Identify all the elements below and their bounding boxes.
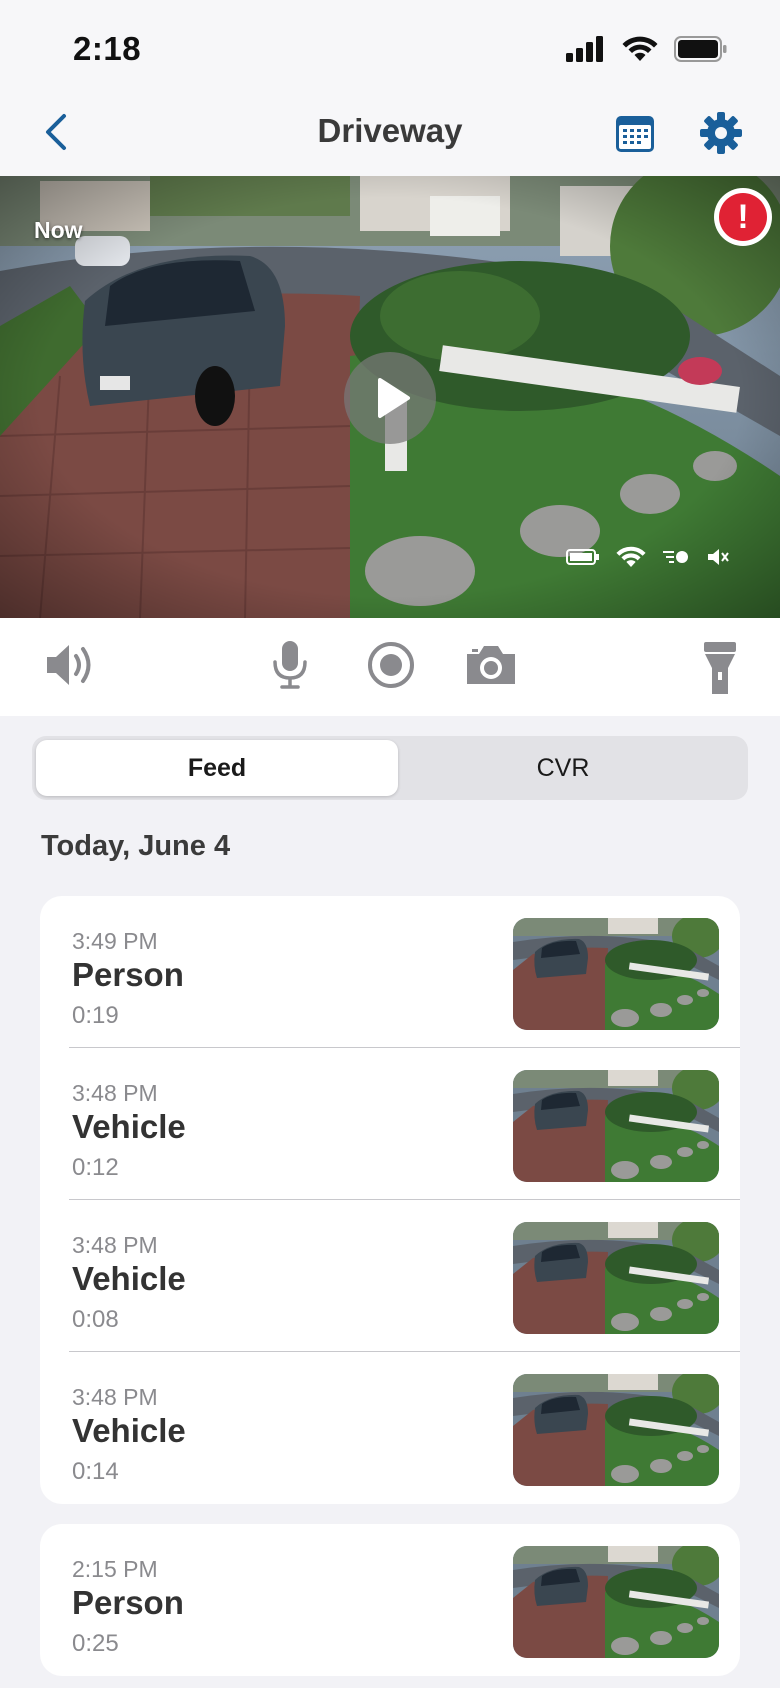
live-indicator-label: Now xyxy=(34,217,83,243)
event-type: Person xyxy=(72,1584,184,1621)
date-section-header: Today, June 4 xyxy=(0,800,780,876)
thumbnail-image xyxy=(513,1546,719,1658)
event-row[interactable]: 3:48 PM Vehicle 0:08 xyxy=(40,1200,740,1352)
tab-cvr[interactable]: CVR xyxy=(382,740,744,796)
camera-live-view[interactable]: Now ! xyxy=(0,176,780,618)
speaker-icon[interactable] xyxy=(44,640,100,690)
battery-icon xyxy=(674,36,727,62)
event-row[interactable]: 2:15 PM Person 0:25 xyxy=(40,1524,740,1676)
play-icon xyxy=(378,378,410,418)
event-time: 2:15 PM xyxy=(72,1556,158,1582)
camera-battery-icon xyxy=(566,549,599,565)
motion-detection-icon xyxy=(663,551,688,563)
gear-icon[interactable] xyxy=(699,111,743,155)
event-row[interactable]: 3:48 PM Vehicle 0:14 xyxy=(40,1352,740,1504)
status-time: 2:18 xyxy=(73,30,142,67)
microphone-icon[interactable] xyxy=(272,640,308,690)
event-duration: 0:12 xyxy=(72,1154,119,1181)
camera-icon[interactable] xyxy=(464,640,518,690)
status-bar: 2:18 xyxy=(0,0,780,90)
event-time: 3:48 PM xyxy=(72,1080,158,1106)
event-thumbnail[interactable] xyxy=(513,1070,719,1182)
event-thumbnail[interactable] xyxy=(513,1546,719,1658)
muted-speaker-icon xyxy=(708,549,729,565)
event-type: Person xyxy=(72,956,184,993)
record-icon[interactable] xyxy=(366,640,416,690)
event-group-card: 2:15 PM Person 0:25 xyxy=(40,1524,740,1676)
thumbnail-image xyxy=(513,1222,719,1334)
event-row[interactable]: 3:49 PM Person 0:19 xyxy=(40,896,740,1048)
event-thumbnail[interactable] xyxy=(513,1222,719,1334)
status-icons xyxy=(566,36,728,62)
navigation-bar: Driveway xyxy=(0,90,780,176)
event-type: Vehicle xyxy=(72,1260,186,1297)
camera-wifi-icon xyxy=(616,546,646,567)
camera-controls-bar xyxy=(0,618,780,716)
tab-feed[interactable]: Feed xyxy=(36,740,398,796)
alert-icon: ! xyxy=(719,193,767,241)
thumbnail-image xyxy=(513,1374,719,1486)
event-row[interactable]: 3:48 PM Vehicle 0:12 xyxy=(40,1048,740,1200)
event-thumbnail[interactable] xyxy=(513,1374,719,1486)
event-duration: 0:25 xyxy=(72,1630,119,1657)
page-title: Driveway xyxy=(317,112,463,149)
flashlight-icon[interactable] xyxy=(700,640,740,696)
event-duration: 0:14 xyxy=(72,1458,119,1485)
feed-cvr-segmented-control: CVR Feed xyxy=(32,736,748,800)
calendar-icon[interactable] xyxy=(614,112,656,154)
event-time: 3:49 PM xyxy=(72,928,158,954)
event-duration: 0:08 xyxy=(72,1306,119,1333)
event-time: 3:48 PM xyxy=(72,1384,158,1410)
wifi-icon xyxy=(622,36,658,61)
thumbnail-image xyxy=(513,1070,719,1182)
event-duration: 0:19 xyxy=(72,1002,119,1029)
alert-badge[interactable]: ! xyxy=(714,188,772,246)
event-type: Vehicle xyxy=(72,1412,186,1449)
event-thumbnail[interactable] xyxy=(513,918,719,1030)
thumbnail-image xyxy=(513,918,719,1030)
camera-status-icons xyxy=(566,546,730,568)
date-header-label: Today, June 4 xyxy=(41,830,231,862)
play-button[interactable] xyxy=(344,352,436,444)
event-type: Vehicle xyxy=(72,1108,186,1145)
cellular-signal-icon xyxy=(566,36,603,62)
event-group-card: 3:49 PM Person 0:19 3:48 PM Vehicle 0:12… xyxy=(40,896,740,1504)
event-time: 3:48 PM xyxy=(72,1232,158,1258)
